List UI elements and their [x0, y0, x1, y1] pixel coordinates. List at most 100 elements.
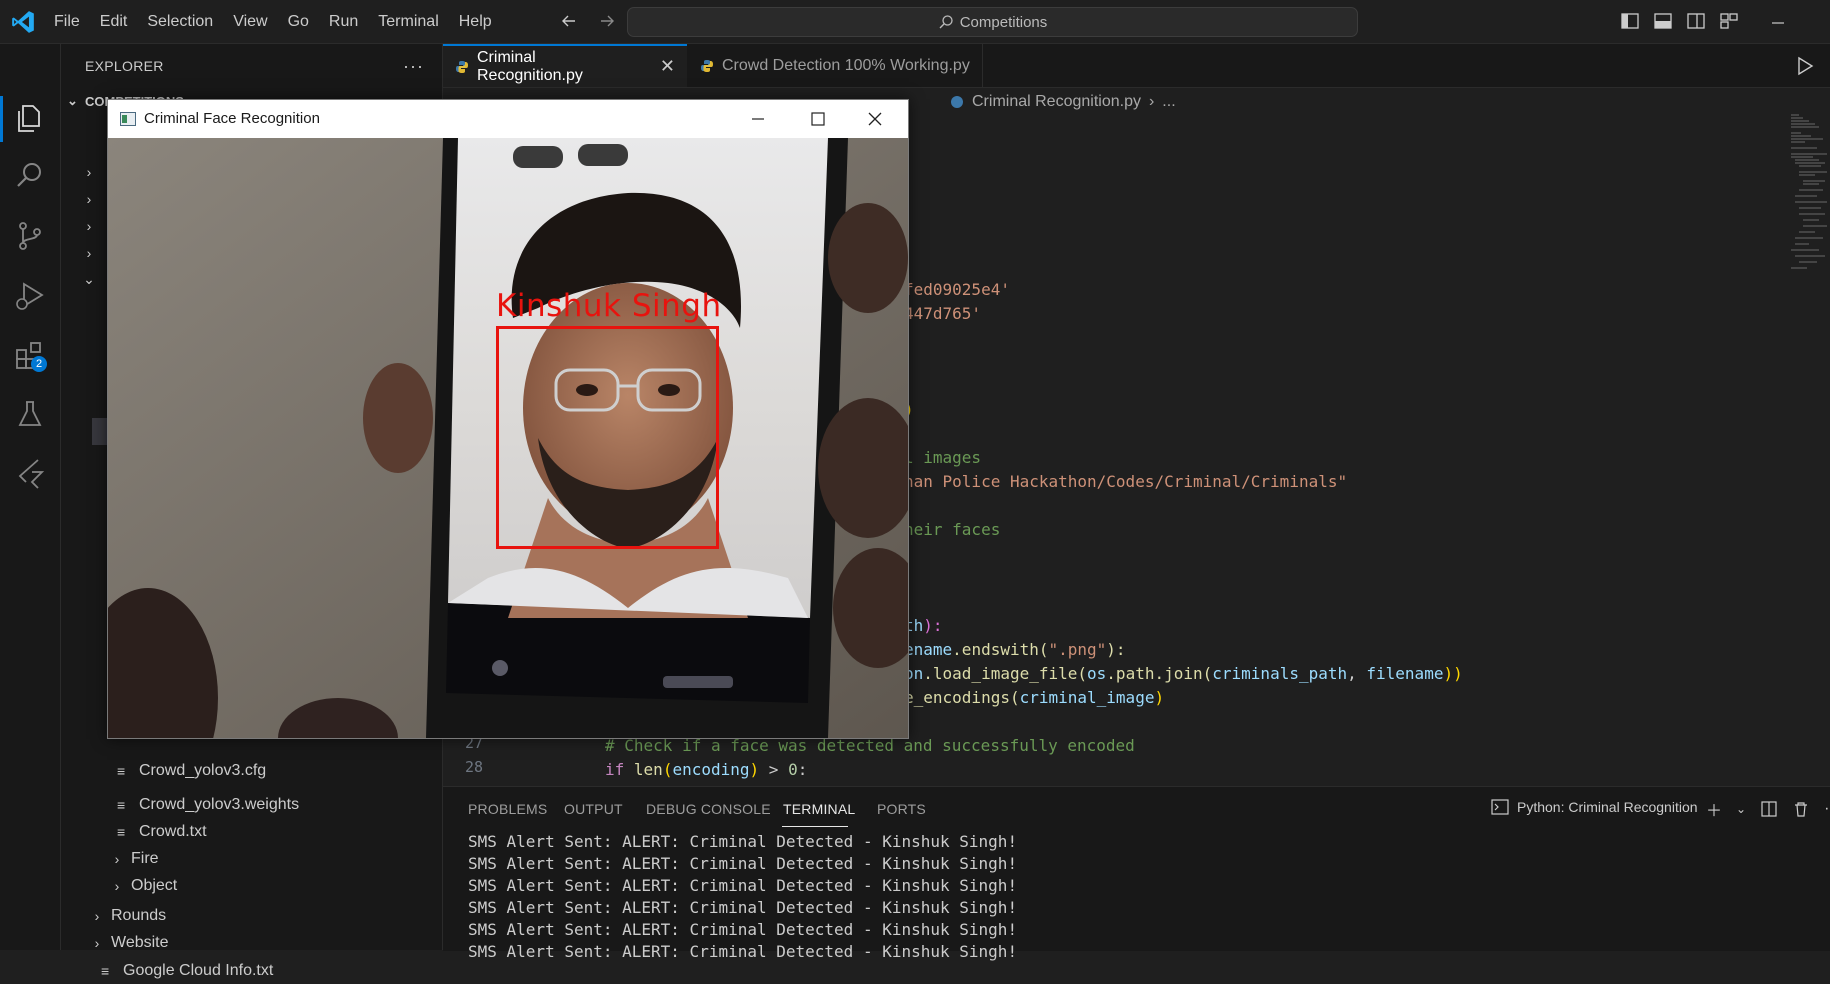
- tree-folder-item[interactable]: › Fire: [109, 845, 159, 872]
- detected-name-label: Kinshuk Singh: [496, 288, 722, 324]
- title-bar: File Edit Selection View Go Run Terminal…: [0, 0, 1830, 44]
- customize-layout-icon[interactable]: [1718, 10, 1740, 32]
- explorer-title: EXPLORER: [85, 58, 164, 74]
- toggle-panel-icon[interactable]: [1652, 10, 1674, 32]
- more-actions-icon[interactable]: ···: [1824, 800, 1830, 818]
- terminal-output-line: SMS Alert Sent: ALERT: Criminal Detected…: [468, 876, 1018, 895]
- navigation-arrows: [556, 8, 620, 34]
- chevron-right-icon[interactable]: ›: [81, 185, 103, 212]
- window-title-bar[interactable]: Criminal Face Recognition: [108, 100, 908, 138]
- app-window-icon: [120, 112, 136, 126]
- criminal-face-recognition-window[interactable]: Criminal Face Recognition Kinshuk Singh: [107, 99, 909, 739]
- terminal-output-line: SMS Alert Sent: ALERT: Criminal Detected…: [468, 942, 1018, 961]
- line-number: 28: [464, 758, 483, 776]
- menu-go[interactable]: Go: [278, 0, 319, 43]
- chevron-right-icon: ›: [1148, 93, 1155, 110]
- source-control-icon[interactable]: [12, 218, 48, 254]
- breadcrumb-more[interactable]: ...: [1162, 93, 1175, 111]
- split-terminal-icon[interactable]: [1760, 800, 1778, 818]
- minimize-icon[interactable]: [747, 108, 769, 130]
- chevron-right-icon[interactable]: ›: [81, 239, 103, 266]
- window-title: Criminal Face Recognition: [144, 110, 320, 127]
- chevron-right-icon[interactable]: ›: [81, 212, 103, 239]
- new-terminal-icon[interactable]: ＋: [1706, 797, 1722, 821]
- chevron-right-icon: ›: [94, 907, 100, 924]
- menu-terminal[interactable]: Terminal: [368, 0, 448, 43]
- terminal-selector[interactable]: Python: Criminal Recognition: [1491, 799, 1698, 815]
- chevron-down-icon[interactable]: ⌄: [1736, 802, 1746, 816]
- code-line: if len(encoding) > 0:: [605, 760, 808, 779]
- tree-folder-item[interactable]: › Object: [109, 872, 178, 899]
- tree-file-item[interactable]: ≡ Crowd_yolov3.cfg: [117, 757, 266, 784]
- command-center-search[interactable]: Competitions: [627, 7, 1358, 37]
- chevron-right-icon[interactable]: ›: [81, 158, 103, 185]
- run-and-debug-icon[interactable]: [12, 278, 48, 314]
- layout-controls: [1619, 10, 1740, 32]
- code-line: heir faces: [904, 520, 1001, 539]
- bottom-panel: PROBLEMS OUTPUT DEBUG CONSOLE TERMINAL P…: [443, 786, 1830, 961]
- face-detection-box: [496, 326, 719, 549]
- close-icon[interactable]: [864, 108, 886, 130]
- menu-run[interactable]: Run: [319, 0, 368, 43]
- breadcrumb-file[interactable]: Criminal Recognition.py: [972, 93, 1141, 111]
- chevron-right-icon: ›: [114, 877, 120, 894]
- tab-terminal[interactable]: TERMINAL: [783, 801, 855, 817]
- tab-criminal-recognition[interactable]: Criminal Recognition.py ✕: [443, 44, 687, 87]
- menu-selection[interactable]: Selection: [137, 0, 223, 43]
- code-line: th):: [904, 616, 943, 635]
- window-minimize-icon[interactable]: [1765, 10, 1791, 36]
- activity-bar: 2: [0, 44, 61, 950]
- tab-problems[interactable]: PROBLEMS: [468, 801, 547, 817]
- command-center-text: Competitions: [959, 13, 1048, 31]
- menu-view[interactable]: View: [223, 0, 277, 43]
- tree-file-item[interactable]: ≡ Crowd_yolov3.weights: [117, 791, 299, 818]
- run-python-file-icon[interactable]: [1794, 55, 1816, 77]
- code-line: on.load_image_file(os.path.join(criminal…: [904, 664, 1463, 683]
- testing-flask-icon[interactable]: [12, 396, 48, 432]
- tab-label: Crowd Detection 100% Working.py: [722, 56, 970, 74]
- code-line: fed09025e4': [904, 280, 1010, 299]
- tab-debug-console[interactable]: DEBUG CONSOLE: [646, 801, 771, 817]
- tree-file-item[interactable]: ≡ Google Cloud Info.txt: [101, 957, 273, 984]
- tree-file-item[interactable]: ≡ Crowd.txt: [117, 818, 207, 845]
- terminal-name-label: Python: Criminal Recognition: [1517, 799, 1698, 815]
- chevron-down-icon[interactable]: ⌄: [81, 266, 103, 293]
- active-view-indicator: [0, 96, 3, 142]
- python-file-icon: [951, 96, 963, 108]
- minimap[interactable]: [1789, 112, 1829, 292]
- code-line: l images: [904, 448, 982, 467]
- forward-arrow-icon[interactable]: [594, 8, 620, 34]
- code-line: han Police Hackathon/Codes/Criminal/Crim…: [904, 472, 1348, 491]
- text-file-icon: ≡: [117, 823, 126, 840]
- chevron-right-icon: ›: [94, 934, 100, 951]
- tab-crowd-detection[interactable]: Crowd Detection 100% Working.py: [688, 44, 983, 87]
- toggle-secondary-sidebar-icon[interactable]: [1685, 10, 1707, 32]
- more-actions-icon[interactable]: ···: [403, 56, 424, 77]
- chevron-down-icon: ⌄: [67, 93, 78, 108]
- close-icon[interactable]: ✕: [660, 56, 675, 77]
- trash-icon[interactable]: [1792, 800, 1810, 818]
- terminal-output-line: SMS Alert Sent: ALERT: Criminal Detected…: [468, 920, 1018, 939]
- terminal-output-line: SMS Alert Sent: ALERT: Criminal Detected…: [468, 898, 1018, 917]
- terminal-icon: [1491, 799, 1509, 815]
- explorer-files-icon[interactable]: [12, 100, 48, 136]
- search-icon[interactable]: [12, 158, 48, 194]
- menu-help[interactable]: Help: [449, 0, 502, 43]
- tab-ports[interactable]: PORTS: [877, 801, 926, 817]
- flutter-icon[interactable]: [12, 454, 48, 490]
- tab-output[interactable]: OUTPUT: [564, 801, 623, 817]
- code-line: 447d765': [904, 304, 982, 323]
- back-arrow-icon[interactable]: [556, 8, 582, 34]
- tab-label: Criminal Recognition.py: [477, 48, 583, 84]
- tree-folder-item[interactable]: › Rounds: [89, 902, 167, 929]
- toggle-primary-sidebar-icon[interactable]: [1619, 10, 1641, 32]
- code-line: ename.endswith(".png"):: [904, 640, 1126, 659]
- code-line: e_encodings(criminal_image): [904, 688, 1165, 707]
- python-file-icon: [701, 59, 713, 72]
- menu-bar: File Edit Selection View Go Run Terminal…: [44, 0, 502, 43]
- menu-edit[interactable]: Edit: [90, 0, 138, 43]
- maximize-icon[interactable]: [807, 108, 829, 130]
- menu-file[interactable]: File: [44, 0, 90, 43]
- terminal-output-line: SMS Alert Sent: ALERT: Criminal Detected…: [468, 832, 1018, 851]
- tree-folder-item[interactable]: › Website: [89, 929, 169, 956]
